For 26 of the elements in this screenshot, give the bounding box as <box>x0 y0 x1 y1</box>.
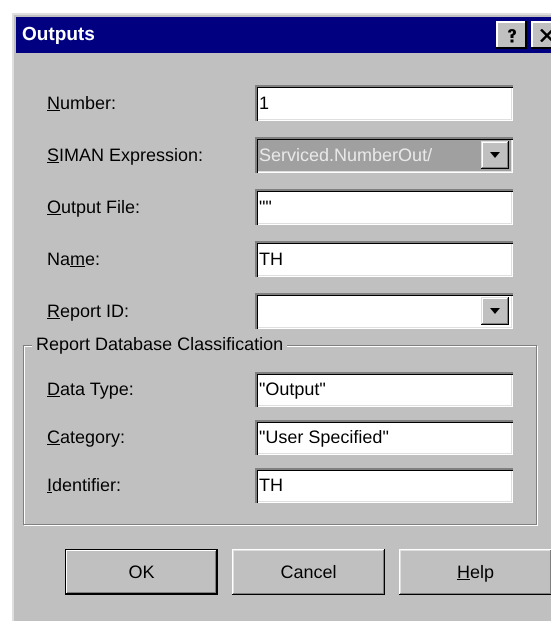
dropdown-field[interactable] <box>255 293 513 329</box>
dialog-button[interactable]: OK <box>65 549 218 595</box>
field-label: Category: <box>47 427 126 448</box>
window-title: Outputs <box>22 24 96 46</box>
question-mark-icon <box>506 28 516 42</box>
input-field[interactable]: "User Specified" <box>255 420 513 455</box>
field-label: Output File: <box>47 196 142 218</box>
field-label: Data Type: <box>47 379 135 400</box>
close-icon <box>540 28 551 42</box>
dialog-button[interactable]: Help <box>399 549 551 595</box>
field-label: SIMAN Expression: <box>47 144 204 166</box>
help-button[interactable] <box>496 21 527 49</box>
group-title: Report Database Classification <box>32 334 288 355</box>
field-label: Name: <box>47 248 102 270</box>
dropdown-button[interactable] <box>481 297 509 325</box>
caret-icon <box>490 308 500 314</box>
input-field[interactable]: TH <box>255 241 513 277</box>
input-field[interactable]: TH <box>255 468 513 503</box>
field-label: Number: <box>47 92 118 114</box>
input-field[interactable]: 1 <box>255 85 513 121</box>
caret-icon <box>490 152 500 158</box>
input-field[interactable]: "Output" <box>255 372 513 407</box>
field-label: Identifier: <box>47 475 122 496</box>
field-label: Report ID: <box>47 300 130 322</box>
input-field[interactable]: "" <box>255 189 513 225</box>
dialog-button[interactable]: Cancel <box>232 549 385 595</box>
